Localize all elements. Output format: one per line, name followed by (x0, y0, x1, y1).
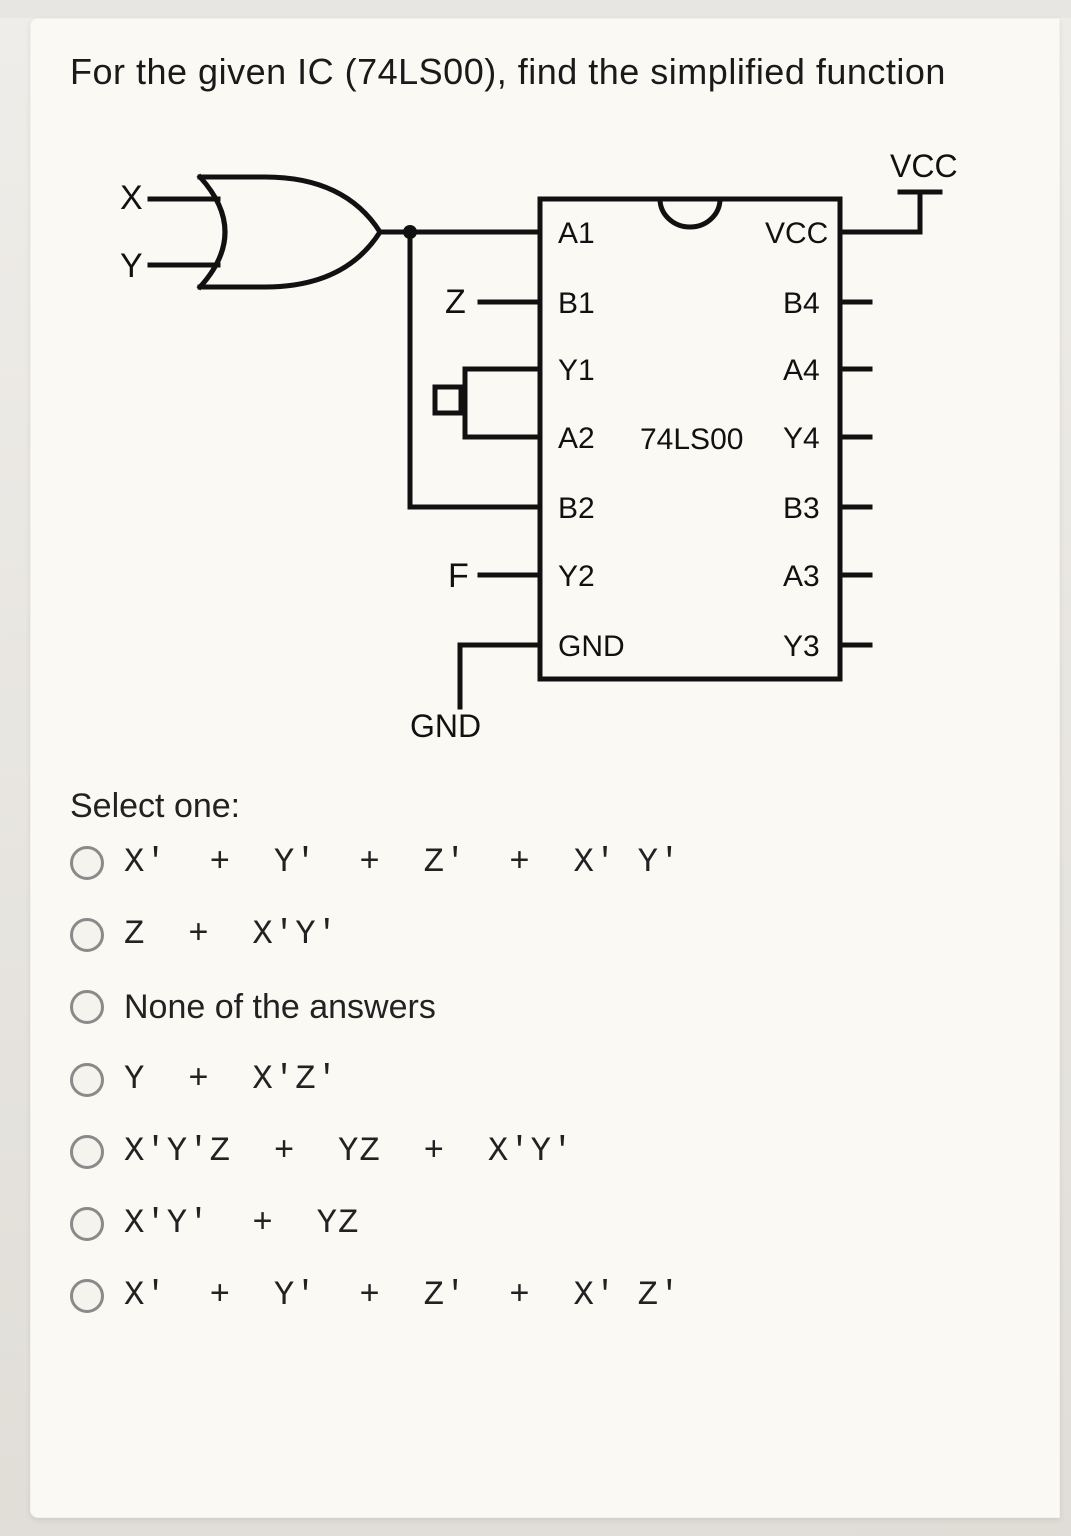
label-f-output: F (448, 557, 469, 595)
pin-a2: A2 (558, 422, 595, 455)
label-gnd-ext: GND (410, 708, 481, 744)
chip-name: 74LS00 (640, 423, 743, 456)
radio-icon[interactable] (70, 1135, 104, 1169)
radio-icon[interactable] (70, 990, 104, 1024)
select-one-label: Select one: (70, 787, 1030, 826)
radio-icon[interactable] (70, 1207, 104, 1241)
pin-a1: A1 (558, 217, 595, 250)
radio-icon[interactable] (70, 1063, 104, 1097)
pin-b3: B3 (783, 492, 820, 525)
option-label: Y + X'Z' (124, 1061, 338, 1099)
option-1[interactable]: X' + Y' + Z' + X' Y' (70, 844, 1030, 882)
label-y-input: Y (120, 247, 143, 285)
circuit-diagram: X Y Z F GND VCC 74LS00 A1 B1 Y1 A2 B2 Y2… (80, 137, 1000, 747)
option-2[interactable]: Z + X'Y' (70, 916, 1030, 954)
radio-icon[interactable] (70, 1279, 104, 1313)
options-group: X' + Y' + Z' + X' Y' Z + X'Y' None of th… (70, 844, 1030, 1315)
question-text: For the given IC (74LS00), find the simp… (70, 48, 1030, 97)
radio-icon[interactable] (70, 918, 104, 952)
option-3[interactable]: None of the answers (70, 988, 1030, 1027)
label-vcc-ext: VCC (890, 148, 958, 184)
pin-b1: B1 (558, 287, 595, 320)
option-label: X'Y' + YZ (124, 1205, 359, 1243)
option-7[interactable]: X' + Y' + Z' + X' Z' (70, 1277, 1030, 1315)
pin-a3: A3 (783, 560, 820, 593)
pin-b2: B2 (558, 492, 595, 525)
option-4[interactable]: Y + X'Z' (70, 1061, 1030, 1099)
pin-y3: Y3 (783, 630, 820, 663)
question-card: For the given IC (74LS00), find the simp… (30, 18, 1060, 1518)
option-5[interactable]: X'Y'Z + YZ + X'Y' (70, 1133, 1030, 1171)
pin-vcc: VCC (765, 217, 828, 250)
option-6[interactable]: X'Y' + YZ (70, 1205, 1030, 1243)
pin-b4: B4 (783, 287, 820, 320)
pin-a4: A4 (783, 354, 820, 387)
label-x-input: X (120, 179, 143, 217)
screen-background: For the given IC (74LS00), find the simp… (0, 18, 1071, 1536)
option-label: Z + X'Y' (124, 916, 338, 954)
radio-icon[interactable] (70, 846, 104, 880)
option-label: X'Y'Z + YZ + X'Y' (124, 1133, 573, 1171)
option-label: X' + Y' + Z' + X' Z' (124, 1277, 681, 1315)
pin-y1: Y1 (558, 354, 595, 387)
pin-gnd: GND (558, 630, 625, 663)
pin-y4: Y4 (783, 422, 820, 455)
option-label: None of the answers (124, 988, 436, 1027)
pin-y2: Y2 (558, 560, 595, 593)
option-label: X' + Y' + Z' + X' Y' (124, 844, 681, 882)
label-z-input: Z (445, 283, 466, 321)
